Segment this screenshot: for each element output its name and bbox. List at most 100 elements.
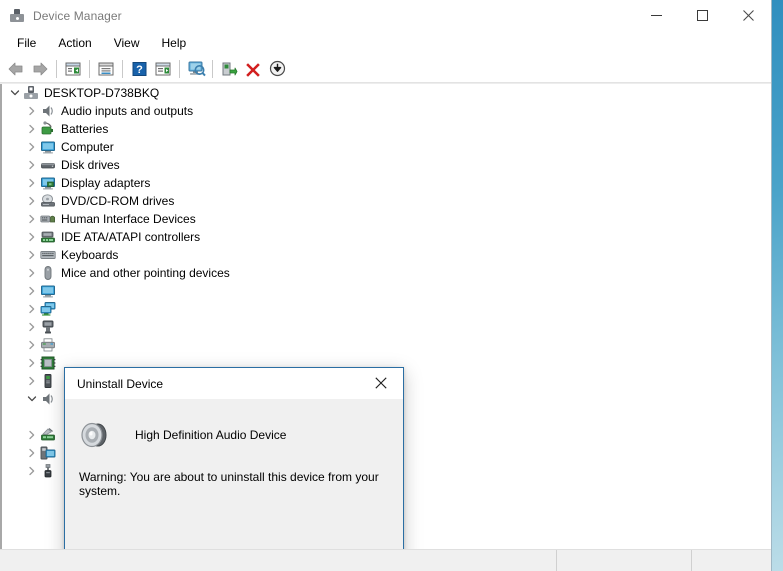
- status-bar-third-pane: [691, 550, 771, 571]
- show-hide-console-tree-button[interactable]: [61, 57, 85, 81]
- tree-row-computer[interactable]: Computer: [0, 138, 771, 156]
- chevron-right-icon[interactable]: [24, 463, 40, 479]
- back-button[interactable]: [4, 57, 28, 81]
- chevron-down-icon[interactable]: [24, 391, 40, 407]
- tree-row-human-interface-devices[interactable]: Human Interface Devices: [0, 210, 771, 228]
- chevron-right-icon[interactable]: [24, 265, 40, 281]
- chevron-right-icon[interactable]: [24, 121, 40, 137]
- software-device-icon: [40, 373, 56, 389]
- tree-item-label: IDE ATA/ATAPI controllers: [61, 230, 201, 244]
- menu-file[interactable]: File: [6, 32, 47, 54]
- show-hide-action-pane-button[interactable]: [151, 57, 175, 81]
- tree-row-root[interactable]: DESKTOP-D738BKQ: [0, 84, 771, 102]
- forward-arrow-icon: [33, 62, 48, 75]
- monitor-icon: [40, 139, 56, 155]
- menu-help[interactable]: Help: [151, 32, 198, 54]
- toolbar-separator: [122, 59, 123, 78]
- minimize-button[interactable]: [633, 0, 679, 31]
- tree-row-mice-and-other-pointing-devices[interactable]: Mice and other pointing devices: [0, 264, 771, 282]
- chevron-right-icon[interactable]: [24, 445, 40, 461]
- tree-row-monitors[interactable]: [0, 282, 771, 300]
- monitor-icon: [40, 283, 56, 299]
- help-question-icon: ?: [132, 61, 146, 76]
- keyboard-icon: [40, 247, 56, 263]
- action-pane-icon: [155, 62, 171, 75]
- properties-button[interactable]: [94, 57, 118, 81]
- chevron-right-icon[interactable]: [24, 229, 40, 245]
- chevron-right-icon[interactable]: [24, 355, 40, 371]
- dialog-body: High Definition Audio Device Warning: Yo…: [65, 399, 403, 549]
- uninstall-device-button[interactable]: [241, 57, 265, 81]
- chevron-right-icon[interactable]: [24, 103, 40, 119]
- forward-button[interactable]: [28, 57, 52, 81]
- menu-bar: File Action View Help: [0, 31, 771, 55]
- window-title: Device Manager: [33, 8, 122, 23]
- chevron-right-icon[interactable]: [24, 283, 40, 299]
- tree-row-ide-ata-atapi-controllers[interactable]: IDE ATA/ATAPI controllers: [0, 228, 771, 246]
- close-button[interactable]: [725, 0, 771, 31]
- dialog-close-button[interactable]: [359, 368, 403, 398]
- update-driver-button[interactable]: [217, 57, 241, 81]
- svg-text:?: ?: [136, 64, 143, 76]
- properties-window-icon: [98, 62, 114, 75]
- chevron-right-icon[interactable]: [24, 319, 40, 335]
- chevron-right-icon[interactable]: [24, 247, 40, 263]
- tree-root-label: DESKTOP-D738BKQ: [44, 86, 160, 100]
- chevron-right-icon[interactable]: [24, 211, 40, 227]
- device-tree-pane[interactable]: DESKTOP-D738BKQ Audio inputs and outputs: [0, 83, 771, 549]
- menu-action[interactable]: Action: [47, 32, 102, 54]
- tree-row-disk-drives[interactable]: Disk drives: [0, 156, 771, 174]
- tree-row-dvd-cd-rom-drives[interactable]: DVD/CD-ROM drives: [0, 192, 771, 210]
- tree-item-label: Audio inputs and outputs: [61, 104, 194, 118]
- sound-controller-icon: [40, 391, 56, 407]
- tree-row-display-adapters[interactable]: Display adapters: [0, 174, 771, 192]
- disable-device-button[interactable]: [265, 57, 289, 81]
- tree-item-label: Disk drives: [61, 158, 120, 172]
- blank-icon: [24, 409, 40, 425]
- update-driver-icon: [222, 62, 238, 75]
- tree-item-label: Mice and other pointing devices: [61, 266, 230, 280]
- tree-row-batteries[interactable]: Batteries: [0, 120, 771, 138]
- tree-row-network-adapters[interactable]: [0, 300, 771, 318]
- tree-item-label: Batteries: [61, 122, 109, 136]
- scan-hardware-icon: [188, 61, 206, 77]
- chevron-right-icon[interactable]: [24, 337, 40, 353]
- tree-row-keyboards[interactable]: Keyboards: [0, 246, 771, 264]
- dialog-device-name: High Definition Audio Device: [135, 428, 287, 442]
- chevron-right-icon[interactable]: [24, 427, 40, 443]
- close-icon: [742, 10, 754, 21]
- dialog-device-row: High Definition Audio Device: [65, 399, 403, 452]
- red-x-icon: [246, 62, 260, 77]
- processor-icon: [40, 355, 56, 371]
- tree-item-label: Display adapters: [61, 176, 151, 190]
- chevron-right-icon[interactable]: [24, 301, 40, 317]
- uninstall-device-dialog: Uninstall Device High Definition Audio D…: [64, 367, 404, 549]
- chevron-down-icon[interactable]: [7, 85, 23, 101]
- scan-for-hardware-changes-button[interactable]: [184, 57, 208, 81]
- console-tree-icon: [65, 62, 81, 75]
- title-bar: Device Manager: [0, 0, 771, 31]
- speaker-icon: [40, 103, 56, 119]
- down-arrow-circle-icon: [269, 60, 285, 77]
- tree-row-print-queues[interactable]: [0, 336, 771, 354]
- tree-item-label: Keyboards: [61, 248, 119, 262]
- maximize-button[interactable]: [679, 0, 725, 31]
- help-button[interactable]: ?: [127, 57, 151, 81]
- port-connector-icon: [40, 319, 56, 335]
- chevron-right-icon[interactable]: [24, 157, 40, 173]
- device-manager-icon: [9, 8, 25, 24]
- device-manager-window: Device Manager File Action View Help ? D…: [0, 0, 772, 571]
- tree-item-label: DVD/CD-ROM drives: [61, 194, 175, 208]
- toolbar-separator: [89, 59, 90, 78]
- chevron-right-icon[interactable]: [24, 373, 40, 389]
- speaker-device-icon: [79, 418, 113, 452]
- tree-row-audio-inputs-and-outputs[interactable]: Audio inputs and outputs: [0, 102, 771, 120]
- tree-item-label: Computer: [61, 140, 114, 154]
- status-bar-main-pane: [0, 550, 556, 571]
- optical-drive-icon: [40, 193, 56, 209]
- chevron-right-icon[interactable]: [24, 175, 40, 191]
- tree-row-ports[interactable]: [0, 318, 771, 336]
- chevron-right-icon[interactable]: [24, 193, 40, 209]
- menu-view[interactable]: View: [103, 32, 151, 54]
- chevron-right-icon[interactable]: [24, 139, 40, 155]
